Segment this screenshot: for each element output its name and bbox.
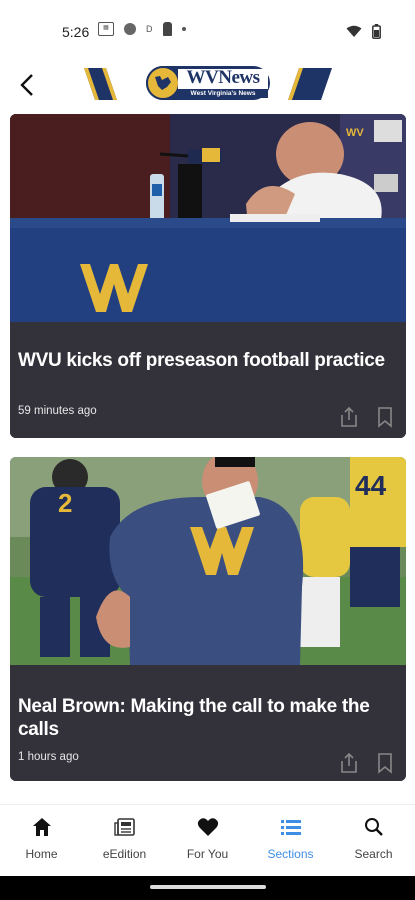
share-button[interactable] — [338, 405, 360, 429]
search-icon — [362, 815, 386, 839]
notification-icons: ▦ D — [98, 22, 186, 36]
nav-search[interactable]: Search — [332, 805, 415, 876]
article-timestamp: 1 hours ago — [18, 751, 79, 763]
logo-tagline: West Virginia's News — [190, 90, 256, 97]
nav-sections[interactable]: Sections — [249, 805, 332, 876]
app-header: WVNews West Virginia's News — [0, 62, 415, 112]
heart-icon — [196, 815, 220, 839]
status-bar: 5:26 ▦ D — [0, 0, 415, 62]
article-timestamp: 59 minutes ago — [18, 405, 97, 417]
svg-text:WV: WV — [346, 127, 364, 139]
logo-title: WVNews — [186, 67, 261, 88]
more-notifications-icon — [181, 27, 186, 31]
bookmark-icon — [378, 407, 392, 428]
article-actions — [338, 405, 396, 429]
article-feed[interactable]: WV WVU kicks off preseason football prac… — [0, 112, 415, 804]
share-button[interactable] — [338, 751, 360, 775]
system-icons — [346, 24, 381, 39]
article-headline[interactable]: Neal Brown: Making the call to make the … — [18, 695, 396, 741]
share-icon — [341, 406, 357, 427]
article-actions — [338, 751, 396, 775]
nav-home[interactable]: Home — [0, 805, 83, 876]
home-gesture-handle[interactable] — [150, 885, 266, 889]
article-image[interactable]: 2 44 — [10, 457, 406, 665]
nav-eedition[interactable]: eEdition — [83, 805, 166, 876]
status-time: 5:26 — [62, 24, 90, 40]
newspaper-icon — [113, 815, 137, 839]
article-body[interactable]: Neal Brown: Making the call to make the … — [10, 665, 406, 781]
key-notification-icon — [162, 22, 172, 36]
list-icon — [279, 815, 303, 839]
nav-for-you-label: For You — [186, 847, 229, 861]
nav-eedition-label: eEdition — [102, 847, 147, 861]
share-icon — [341, 752, 357, 773]
article-card[interactable]: 2 44 Neal Brown: Making the call to make… — [10, 457, 406, 781]
back-arrow-icon — [20, 74, 33, 96]
wvnews-logo[interactable]: WVNews West Virginia's News — [84, 64, 332, 104]
svg-text:2: 2 — [58, 488, 72, 518]
bottom-navigation: Home eEdition For You Sections Search — [0, 804, 415, 876]
bookmark-icon — [378, 753, 392, 774]
nav-home-label: Home — [25, 847, 58, 861]
battery-icon — [372, 24, 381, 39]
back-button[interactable] — [10, 68, 44, 102]
nav-for-you[interactable]: For You — [166, 805, 249, 876]
home-icon — [30, 815, 54, 839]
nav-search-label: Search — [354, 847, 393, 861]
article-card[interactable]: WV WVU kicks off preseason football prac… — [10, 114, 406, 438]
circle-notification-icon — [124, 23, 136, 35]
gesture-bar — [0, 876, 415, 900]
nav-sections-label: Sections — [267, 847, 314, 861]
bookmark-button[interactable] — [374, 405, 396, 429]
article-headline[interactable]: WVU kicks off preseason football practic… — [18, 349, 396, 372]
bookmark-button[interactable] — [374, 751, 396, 775]
article-image[interactable]: WV — [10, 114, 406, 322]
news-notification-icon: ▦ — [98, 22, 114, 36]
article-body[interactable]: WVU kicks off preseason football practic… — [10, 322, 406, 438]
svg-text:44: 44 — [355, 470, 387, 501]
wifi-icon — [346, 25, 362, 37]
dj-notification-icon: D — [146, 24, 153, 34]
